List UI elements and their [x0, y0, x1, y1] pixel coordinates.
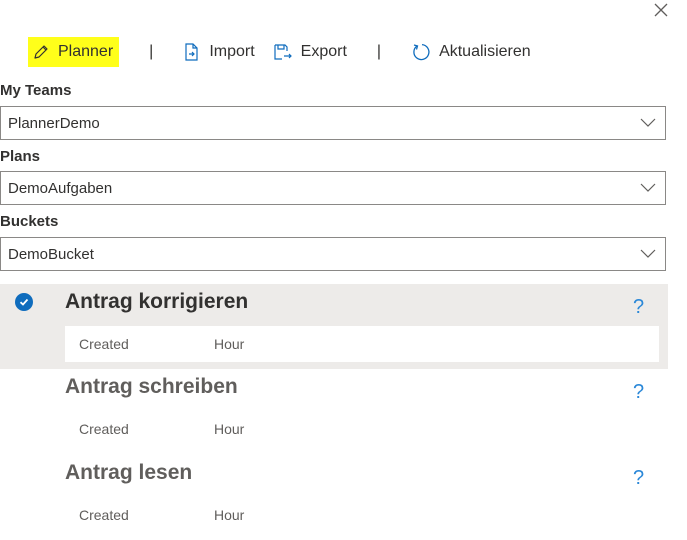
close-icon	[654, 3, 668, 17]
planner-button[interactable]: Planner	[28, 37, 120, 67]
task-title: Antrag korrigieren	[65, 290, 249, 313]
plans-label: Plans	[0, 148, 41, 165]
close-button[interactable]	[649, 0, 673, 20]
hour-label: Hour	[214, 336, 245, 352]
refresh-icon	[411, 42, 431, 62]
toolbar: Planner | Import Export | Aktualisieren	[28, 35, 548, 69]
teams-dropdown[interactable]: PlannerDemo	[0, 106, 666, 140]
task-title: Antrag lesen	[65, 461, 193, 484]
import-button[interactable]: Import	[183, 37, 255, 67]
help-icon[interactable]: ?	[633, 381, 644, 404]
hour-label: Hour	[214, 421, 245, 437]
plans-dropdown[interactable]: DemoAufgaben	[0, 171, 666, 205]
hour-label: Hour	[214, 507, 245, 523]
created-label: Created	[79, 421, 129, 437]
help-icon[interactable]: ?	[633, 296, 644, 319]
checkmark-icon[interactable]	[15, 293, 33, 311]
import-label: Import	[209, 43, 255, 60]
buckets-dropdown[interactable]: DemoBucket	[0, 237, 666, 271]
plans-dropdown-value: DemoAufgaben	[8, 179, 113, 197]
refresh-label: Aktualisieren	[439, 43, 531, 60]
refresh-button[interactable]: Aktualisieren	[411, 37, 531, 67]
export-button[interactable]: Export	[273, 37, 347, 67]
chevron-down-icon	[631, 249, 665, 259]
toolbar-separator: |	[376, 43, 382, 60]
task-item[interactable]: Antrag lesen ? Created Hour	[0, 455, 668, 540]
pencil-icon	[32, 43, 50, 61]
task-item[interactable]: Antrag korrigieren ? Created Hour	[0, 284, 668, 369]
chevron-down-icon	[631, 118, 665, 128]
created-label: Created	[79, 507, 129, 523]
chevron-down-icon	[631, 183, 665, 193]
task-meta: Created Hour	[65, 497, 659, 533]
planner-label: Planner	[58, 43, 114, 60]
task-item[interactable]: Antrag schreiben ? Created Hour	[0, 369, 668, 454]
toolbar-separator: |	[149, 43, 154, 60]
export-label: Export	[300, 43, 347, 60]
export-icon	[273, 43, 293, 61]
buckets-dropdown-value: DemoBucket	[8, 245, 94, 263]
teams-label: My Teams	[0, 82, 72, 99]
teams-dropdown-value: PlannerDemo	[8, 114, 100, 132]
help-icon[interactable]: ?	[633, 467, 644, 490]
task-meta: Created Hour	[65, 411, 659, 447]
import-icon	[183, 42, 201, 62]
created-label: Created	[79, 336, 129, 352]
buckets-label: Buckets	[0, 213, 59, 230]
task-meta: Created Hour	[65, 326, 659, 362]
task-title: Antrag schreiben	[65, 375, 238, 398]
